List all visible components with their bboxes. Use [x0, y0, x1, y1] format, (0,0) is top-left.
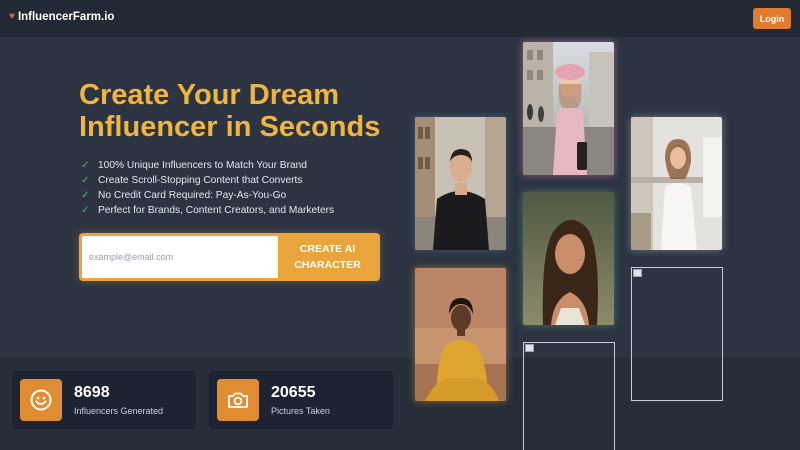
smiley-face-icon — [20, 379, 62, 421]
broken-image-2 — [523, 342, 615, 450]
create-ai-character-button[interactable]: CREATE AI CHARACTER — [278, 236, 377, 278]
top-navbar: ♥ InfluencerFarm.io Login — [0, 0, 800, 37]
woman-curly-hair-photo — [523, 192, 614, 325]
feature-item: ✓ Perfect for Brands, Content Creators, a… — [81, 205, 335, 216]
camera-icon — [217, 379, 259, 421]
login-button[interactable]: Login — [753, 8, 791, 29]
check-icon: ✓ — [81, 160, 90, 171]
heart-icon: ♥ — [9, 11, 15, 22]
stat-label: Pictures Taken — [271, 406, 330, 416]
feature-item: ✓ 100% Unique Influencers to Match Your B… — [81, 160, 307, 171]
broken-image-icon — [633, 269, 642, 277]
man-black-coat-photo — [415, 117, 506, 250]
woman-white-dress-photo — [631, 117, 722, 250]
hero-title: Create Your Dream Influencer in Seconds — [79, 79, 409, 143]
feature-list: ✓ 100% Unique Influencers to Match Your B… — [81, 158, 334, 218]
stat-card-influencers: 8698 Influencers Generated — [12, 371, 196, 429]
brand-logo[interactable]: ♥ InfluencerFarm.io — [9, 11, 114, 23]
feature-item: ✓ No Credit Card Required: Pay-As-You-Go — [81, 190, 287, 201]
stat-label: Influencers Generated — [74, 406, 164, 416]
email-input[interactable] — [82, 236, 278, 278]
cta-label: CREATE AI CHARACTER — [294, 243, 361, 271]
hero-title-line-2: Influencer in Seconds — [79, 111, 381, 143]
stat-card-pictures: 20655 Pictures Taken — [209, 371, 393, 429]
hero-title-line-1: Create Your Dream — [79, 79, 340, 111]
woman-yellow-dress-photo — [415, 268, 506, 401]
brand-name: InfluencerFarm.io — [17, 11, 115, 23]
check-icon: ✓ — [81, 190, 90, 201]
feature-item: ✓ Create Scroll-Stopping Content that Con… — [81, 175, 303, 186]
stat-value: 8698 — [74, 384, 110, 401]
stat-value: 20655 — [271, 384, 316, 401]
check-icon: ✓ — [81, 175, 90, 186]
broken-image-icon — [525, 344, 534, 352]
woman-pink-beret-photo — [523, 42, 614, 175]
check-icon: ✓ — [81, 205, 90, 216]
broken-image-1 — [631, 267, 723, 401]
signup-form: CREATE AICHARACTER — [79, 233, 380, 281]
